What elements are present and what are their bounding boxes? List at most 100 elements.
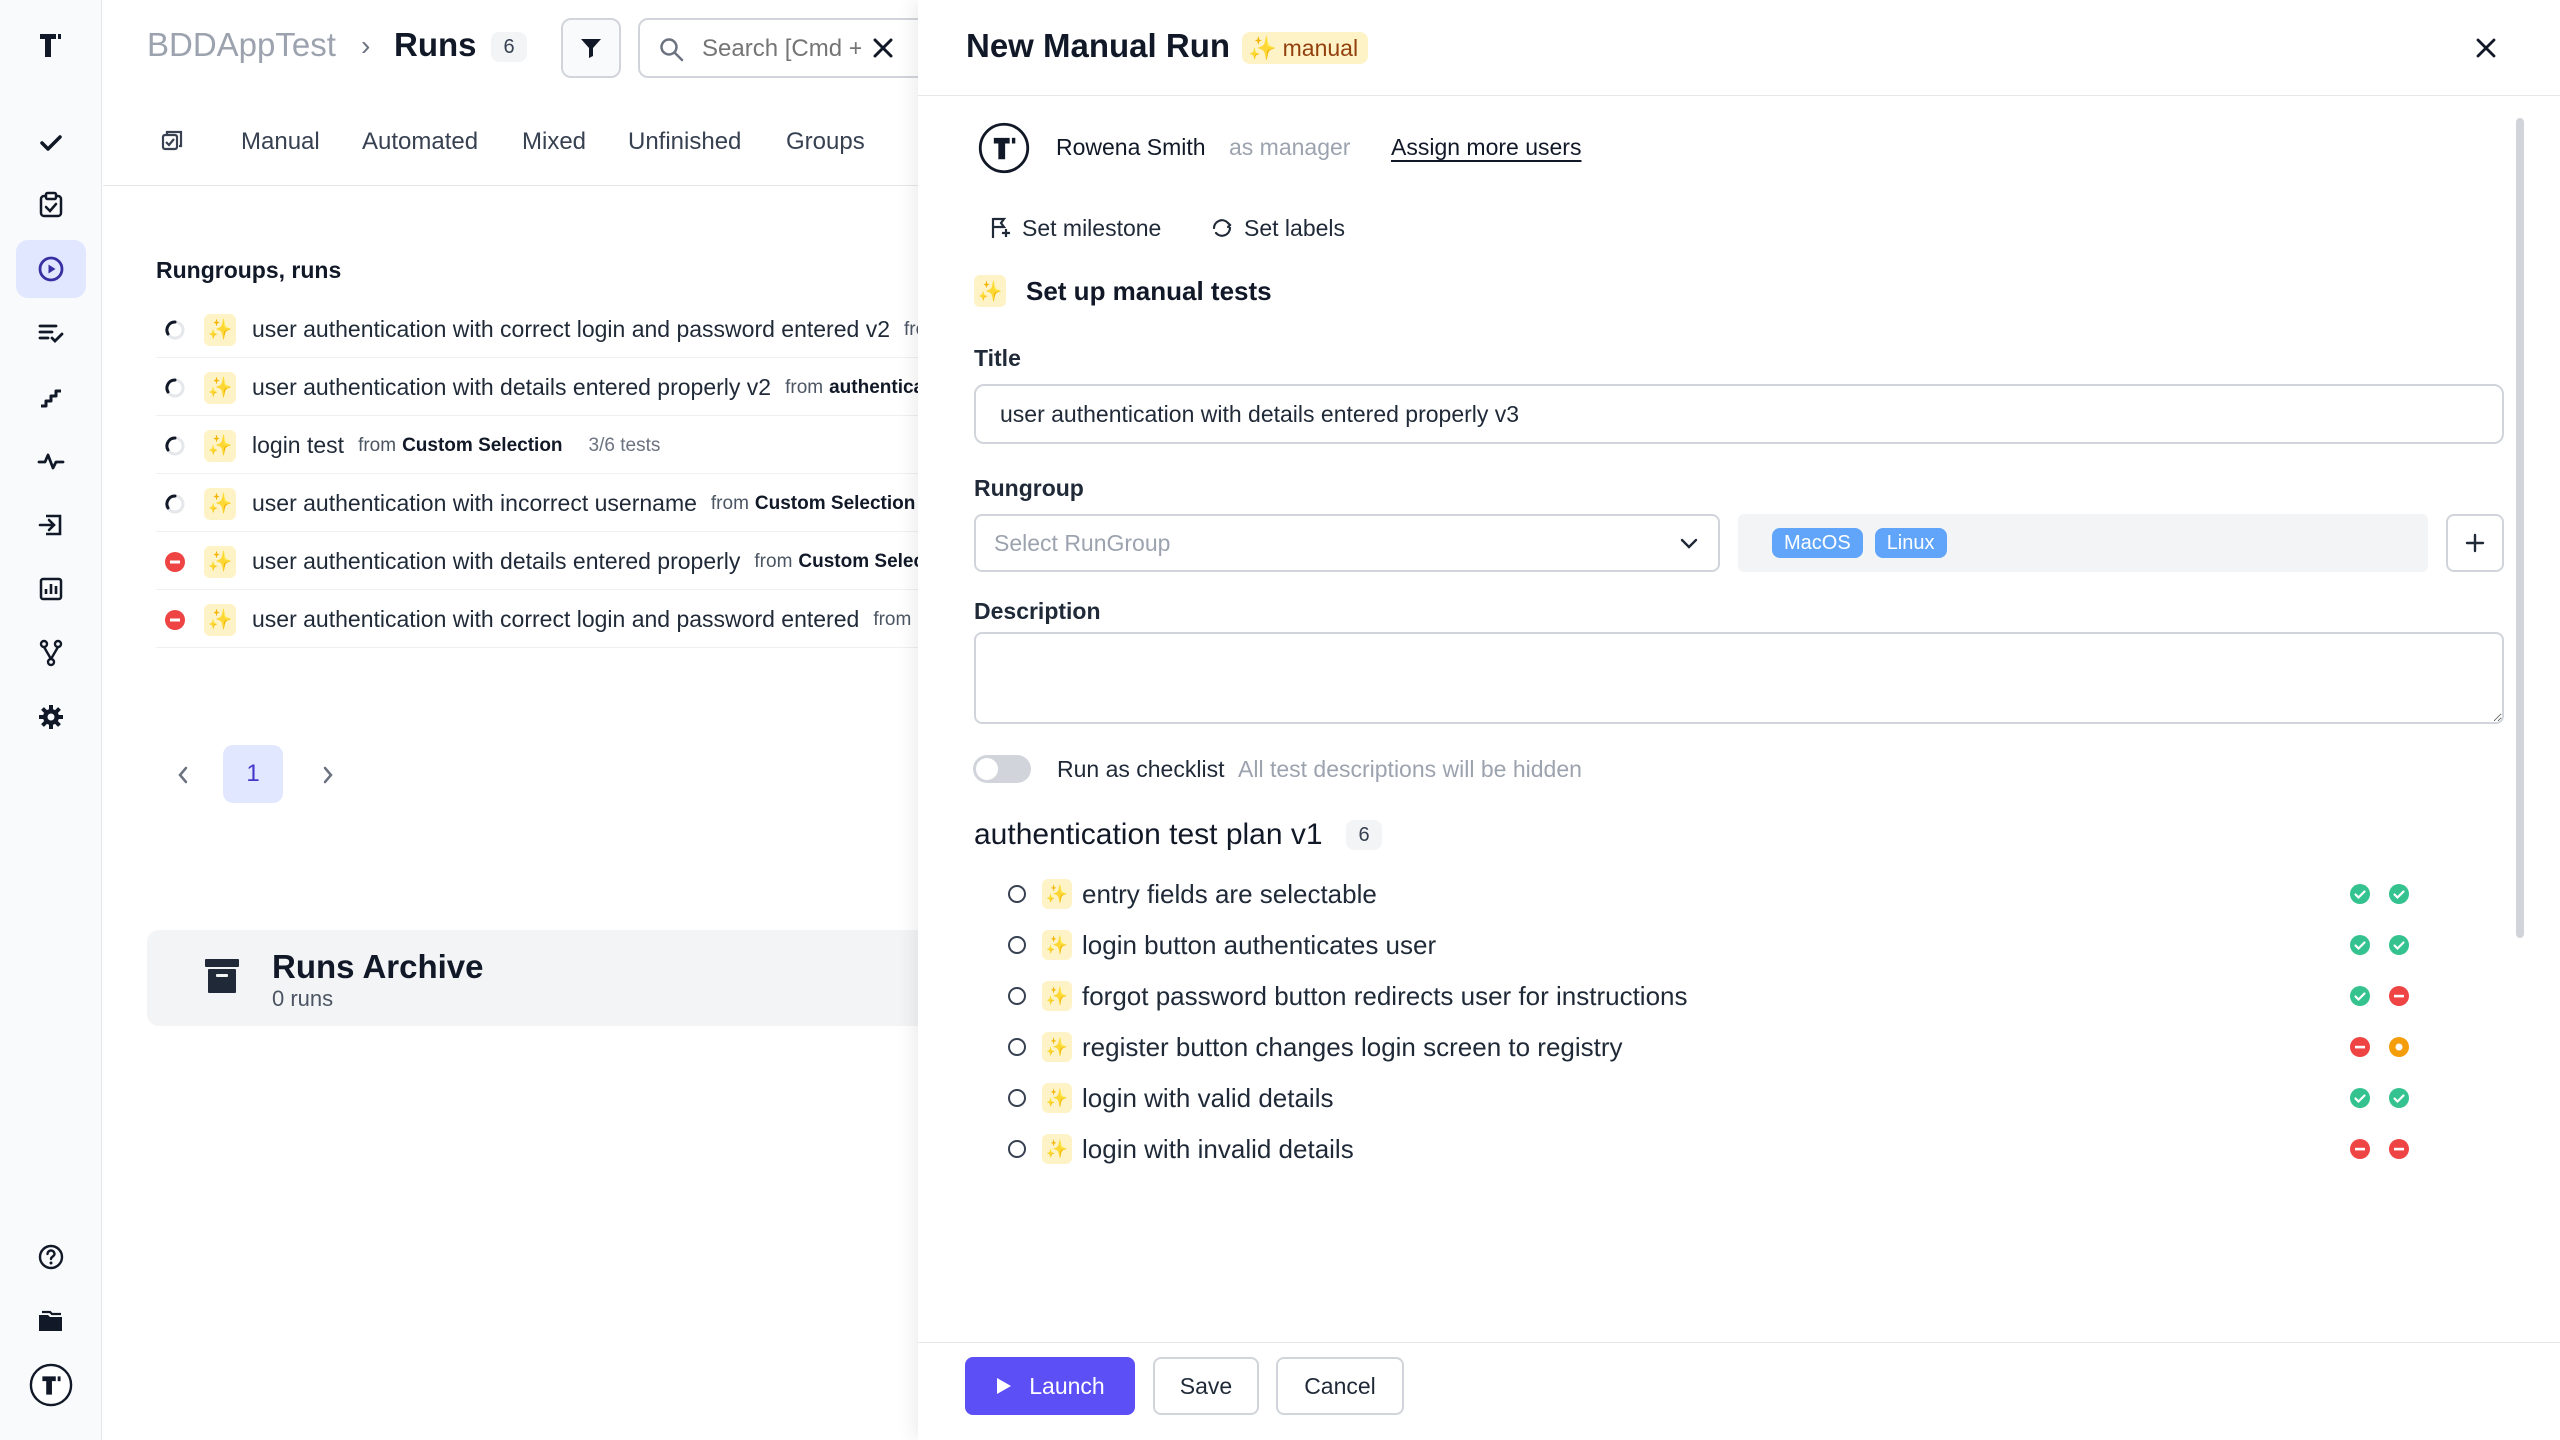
passed-status-icon xyxy=(2388,883,2410,905)
env-tag[interactable]: Linux xyxy=(1874,528,1947,558)
checklist-label: Run as checklist xyxy=(1057,756,1225,782)
test-select-radio[interactable] xyxy=(1008,885,1026,903)
import-icon[interactable] xyxy=(16,496,86,554)
run-source: authentication xyxy=(829,376,921,398)
run-row[interactable]: ✨ user authentication with details entere… xyxy=(156,360,921,416)
run-title-input[interactable] xyxy=(974,384,2504,444)
save-button[interactable]: Save xyxy=(1153,1357,1259,1415)
tab-unfinished[interactable]: Unfinished xyxy=(628,128,741,156)
description-textarea[interactable] xyxy=(974,632,2504,724)
tab-groups[interactable]: Groups xyxy=(786,128,865,156)
next-page-button[interactable] xyxy=(308,750,348,800)
bar-chart-icon[interactable] xyxy=(16,560,86,618)
in-progress-status-icon xyxy=(164,377,186,399)
filter-button[interactable] xyxy=(561,18,621,78)
test-select-radio[interactable] xyxy=(1008,987,1026,1005)
runs-section-title: Rungroups, runs xyxy=(156,257,342,283)
search-close-button[interactable] xyxy=(861,26,905,70)
test-item[interactable]: ✨ entry fields are selectable xyxy=(1008,872,2508,916)
tab-automated[interactable]: Automated xyxy=(362,128,478,156)
panel-scrollbar[interactable] xyxy=(2516,118,2524,938)
rungroup-label: Rungroup xyxy=(974,475,1084,501)
panel-title: New Manual Run xyxy=(966,27,1231,64)
search-input[interactable] xyxy=(702,32,862,66)
breadcrumb-project[interactable]: BDDAppTest xyxy=(147,26,336,64)
launch-button[interactable]: Launch xyxy=(965,1357,1135,1415)
panel-header: New Manual Run ✨ manual xyxy=(918,0,2560,96)
run-title: user authentication with details entered… xyxy=(252,374,772,400)
passed-status-icon xyxy=(2349,985,2371,1007)
breadcrumb-separator: › xyxy=(361,30,371,61)
set-milestone-label: Set milestone xyxy=(1022,214,1162,241)
user-avatar-icon[interactable] xyxy=(16,1356,86,1414)
tab-manual[interactable]: Manual xyxy=(241,128,320,156)
list-check-icon[interactable] xyxy=(16,304,86,362)
panel-close-button[interactable] xyxy=(2464,26,2508,70)
passed-status-icon xyxy=(2388,934,2410,956)
runs-header: BDDAppTest › Runs 6 xyxy=(103,0,921,96)
assigned-user xyxy=(978,120,1030,176)
runs-archive-card[interactable]: Runs Archive 0 runs xyxy=(147,930,921,1026)
sparkle-hand-icon: ✨ xyxy=(204,429,236,462)
chevron-left-icon xyxy=(178,766,188,784)
set-labels-button[interactable]: Set labels xyxy=(1210,210,1345,246)
sparkle-hand-icon: ✨ xyxy=(1042,1032,1072,1062)
test-item[interactable]: ✨ register button changes login screen to… xyxy=(1008,1025,2508,1069)
run-from: from xyxy=(710,492,749,514)
test-item[interactable]: ✨ login with invalid details xyxy=(1008,1127,2508,1171)
archive-count: 0 runs xyxy=(272,986,334,1011)
run-row[interactable]: ✨ user authentication with correct login … xyxy=(156,592,921,648)
run-row[interactable]: ✨ login test from Custom Selection 3/6 tests xyxy=(156,418,921,474)
gear-icon[interactable] xyxy=(16,688,86,746)
test-item[interactable]: ✨ forgot password button redirects user f… xyxy=(1008,974,2508,1018)
steps-icon[interactable] xyxy=(16,368,86,426)
close-icon xyxy=(873,38,893,58)
multiselect-icon[interactable] xyxy=(159,128,185,154)
check-icon[interactable] xyxy=(16,114,86,172)
test-select-radio[interactable] xyxy=(1008,1140,1026,1158)
page-1-button[interactable]: 1 xyxy=(223,745,283,803)
play-icon xyxy=(997,1378,1012,1394)
run-row[interactable]: ✨ user authentication with correct login … xyxy=(156,302,921,358)
run-as-checklist-toggle[interactable] xyxy=(973,755,1031,783)
test-select-radio[interactable] xyxy=(1008,1089,1026,1107)
add-environment-button[interactable] xyxy=(2446,514,2504,572)
run-source: Custom Selection xyxy=(754,492,916,514)
tab-mixed[interactable]: Mixed xyxy=(522,128,586,156)
pulse-icon[interactable] xyxy=(16,432,86,490)
test-select-radio[interactable] xyxy=(1008,1038,1026,1056)
run-row[interactable]: ✨ user authentication with incorrect user… xyxy=(156,476,921,532)
run-row[interactable]: ✨ user authentication with details entere… xyxy=(156,534,921,590)
test-select-radio[interactable] xyxy=(1008,936,1026,954)
toggle-knob xyxy=(976,758,998,780)
prev-page-button[interactable] xyxy=(163,750,203,800)
archive-title: Runs Archive xyxy=(272,948,484,985)
setup-section-heading: ✨ Set up manual tests xyxy=(974,275,1272,307)
clipboard-check-icon[interactable] xyxy=(16,176,86,234)
environment-tags[interactable]: MacOS Linux xyxy=(1738,514,2428,572)
test-item[interactable]: ✨ login with valid details xyxy=(1008,1076,2508,1120)
failed-status-icon xyxy=(164,551,186,573)
help-icon[interactable] xyxy=(16,1228,86,1286)
app-logo-icon[interactable] xyxy=(16,16,86,74)
sparkle-hand-icon: ✨ xyxy=(204,603,236,636)
sparkle-hand-icon: ✨ xyxy=(1042,1083,1072,1113)
folders-icon[interactable] xyxy=(16,1292,86,1350)
in-progress-status-icon xyxy=(164,319,186,341)
run-from: from xyxy=(785,376,824,398)
app-sidebar xyxy=(0,0,102,1440)
test-title: forgot password button redirects user fo… xyxy=(1082,980,1688,1011)
failed-status-icon xyxy=(2349,1138,2371,1160)
play-circle-icon[interactable] xyxy=(16,240,86,298)
rungroup-select[interactable]: Select RunGroup xyxy=(974,514,1720,572)
test-title: login with invalid details xyxy=(1082,1133,1354,1164)
assign-users-link[interactable]: Assign more users xyxy=(1391,134,1581,161)
test-item[interactable]: ✨ login button authenticates user xyxy=(1008,923,2508,967)
set-milestone-button[interactable]: Set milestone xyxy=(988,210,1161,246)
checklist-hint: All test descriptions will be hidden xyxy=(1238,756,1582,782)
rungroup-placeholder: Select RunGroup xyxy=(994,530,1171,556)
cancel-button[interactable]: Cancel xyxy=(1276,1357,1404,1415)
env-tag[interactable]: MacOS xyxy=(1772,528,1863,558)
branch-icon[interactable] xyxy=(16,624,86,682)
run-test-count: 3/6 tests xyxy=(588,434,661,456)
